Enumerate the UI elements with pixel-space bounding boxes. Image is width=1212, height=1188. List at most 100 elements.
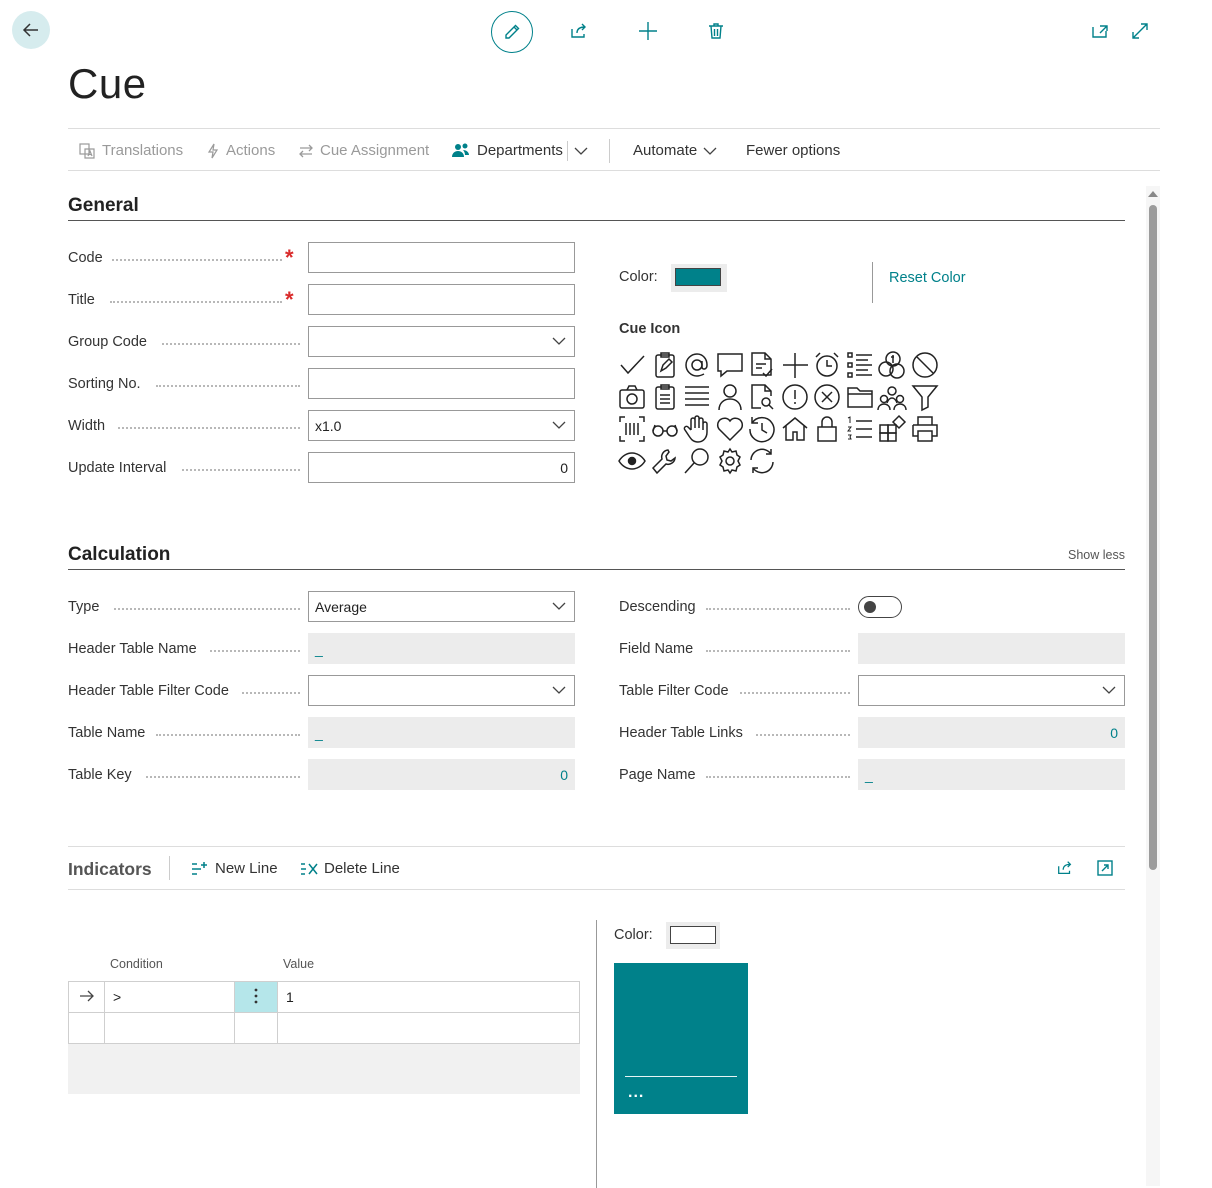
departments-dropdown[interactable] xyxy=(574,129,588,172)
sorting-no-input[interactable] xyxy=(308,368,575,399)
value-column-header[interactable]: Value xyxy=(283,957,314,971)
delete-line-button[interactable]: Delete Line xyxy=(300,847,400,890)
home-icon[interactable] xyxy=(780,414,810,444)
page-name-label: Page Name xyxy=(619,767,696,783)
table-key-field[interactable]: 0 xyxy=(308,759,575,790)
condition-cell[interactable] xyxy=(104,1012,235,1044)
at-sign-icon[interactable] xyxy=(682,350,712,380)
printer-icon[interactable] xyxy=(910,414,940,444)
search-icon[interactable] xyxy=(682,446,712,476)
history-icon[interactable] xyxy=(747,414,777,444)
warning-circle-icon[interactable] xyxy=(780,382,810,412)
expand-part-icon[interactable] xyxy=(1096,859,1114,877)
alarm-clock-icon[interactable] xyxy=(812,350,842,380)
person-icon[interactable] xyxy=(715,382,745,412)
expand-icon xyxy=(1130,21,1150,41)
more-vertical-icon xyxy=(254,988,258,1004)
clipboard-list-icon[interactable] xyxy=(650,382,680,412)
refresh-icon[interactable] xyxy=(747,446,777,476)
share-icon xyxy=(569,21,589,41)
condition-cell[interactable]: > xyxy=(104,981,235,1013)
table-name-field[interactable]: _ xyxy=(308,717,575,748)
new-line-button[interactable]: New Line xyxy=(191,847,278,890)
lock-icon[interactable] xyxy=(812,414,842,444)
folder-icon[interactable] xyxy=(845,382,875,412)
value-cell[interactable]: 1 xyxy=(277,981,580,1013)
checkmark-icon[interactable] xyxy=(617,350,647,380)
code-input[interactable] xyxy=(308,242,575,273)
scrollbar-thumb[interactable] xyxy=(1149,205,1157,870)
width-select[interactable]: x1.0 xyxy=(308,410,575,441)
header-table-filter-code-select[interactable] xyxy=(308,675,575,706)
page-name-field[interactable]: _ xyxy=(858,759,1125,790)
header-table-name-field[interactable]: _ xyxy=(308,633,575,664)
document-search-icon[interactable] xyxy=(747,382,777,412)
prohibited-icon[interactable] xyxy=(910,350,940,380)
glasses-icon[interactable] xyxy=(650,414,680,444)
calculation-section-header[interactable]: Calculation Show less xyxy=(68,544,1125,570)
camera-icon[interactable] xyxy=(617,382,647,412)
hand-icon[interactable] xyxy=(682,414,712,444)
tile-more-options[interactable]: ... xyxy=(628,1084,644,1102)
row-actions-cell[interactable] xyxy=(234,1012,278,1044)
table-row[interactable] xyxy=(68,1012,580,1044)
dismiss-circle-icon[interactable] xyxy=(812,382,842,412)
chevron-down-icon xyxy=(574,146,588,156)
cue-assignment-action[interactable]: Cue Assignment xyxy=(298,129,429,172)
table-filter-code-label: Table Filter Code xyxy=(619,683,729,699)
table-row[interactable]: > 1 xyxy=(68,981,580,1013)
bullet-list-icon[interactable] xyxy=(845,350,875,380)
share-button[interactable] xyxy=(562,14,596,48)
table-filter-code-select[interactable] xyxy=(858,675,1125,706)
general-section-header[interactable]: General xyxy=(68,195,1125,221)
heart-icon[interactable] xyxy=(715,414,745,444)
wrench-icon[interactable] xyxy=(650,446,680,476)
apps-add-icon[interactable] xyxy=(877,414,907,444)
scroll-up-arrow-icon[interactable] xyxy=(1148,190,1158,197)
fewer-options-button[interactable]: Fewer options xyxy=(746,129,840,172)
people-group-icon[interactable] xyxy=(877,382,907,412)
back-button[interactable] xyxy=(12,11,50,49)
cue-tile-preview[interactable]: ... xyxy=(614,963,748,1114)
condition-column-header[interactable]: Condition xyxy=(110,957,163,971)
barcode-scan-icon[interactable] xyxy=(617,414,647,444)
indicator-color-swatch-frame[interactable] xyxy=(666,922,720,949)
header-table-links-field[interactable]: 0 xyxy=(858,717,1125,748)
update-interval-input[interactable]: 0 xyxy=(308,452,575,483)
reset-color-link[interactable]: Reset Color xyxy=(889,270,966,286)
open-new-window-button[interactable] xyxy=(1083,14,1117,48)
actions-menu[interactable]: Actions xyxy=(206,129,275,172)
document-check-icon[interactable] xyxy=(747,350,777,380)
show-less-link[interactable]: Show less xyxy=(1068,548,1125,562)
clipboard-edit-icon[interactable] xyxy=(650,350,680,380)
expand-button[interactable] xyxy=(1123,14,1157,48)
filter-icon[interactable] xyxy=(910,382,940,412)
translations-action[interactable]: Translations xyxy=(78,129,183,172)
delete-button[interactable] xyxy=(699,14,733,48)
header-table-name-label: Header Table Name xyxy=(68,641,197,657)
row-selector[interactable] xyxy=(68,981,105,1013)
plus-icon[interactable] xyxy=(780,350,810,380)
row-selector[interactable] xyxy=(68,1012,105,1044)
coins-icon[interactable] xyxy=(877,350,907,380)
numbered-list-icon[interactable] xyxy=(845,414,875,444)
settings-icon[interactable] xyxy=(715,446,745,476)
automate-menu[interactable]: Automate xyxy=(633,129,717,172)
title-input[interactable] xyxy=(308,284,575,315)
color-swatch-frame[interactable] xyxy=(671,264,727,292)
type-select[interactable]: Average xyxy=(308,591,575,622)
edit-button[interactable] xyxy=(491,11,533,53)
eye-icon[interactable] xyxy=(617,446,647,476)
value-cell[interactable] xyxy=(277,1012,580,1044)
group-code-select[interactable] xyxy=(308,326,575,357)
translate-icon xyxy=(78,142,96,160)
row-actions-button[interactable] xyxy=(234,981,278,1013)
lines-icon[interactable] xyxy=(682,382,712,412)
new-button[interactable] xyxy=(631,14,665,48)
comment-icon[interactable] xyxy=(715,350,745,380)
indicators-table: > 1 xyxy=(68,981,580,1044)
departments-action[interactable]: Departments xyxy=(451,129,563,172)
share-icon[interactable] xyxy=(1056,859,1074,877)
descending-toggle[interactable] xyxy=(858,596,902,618)
field-name-field[interactable] xyxy=(858,633,1125,664)
